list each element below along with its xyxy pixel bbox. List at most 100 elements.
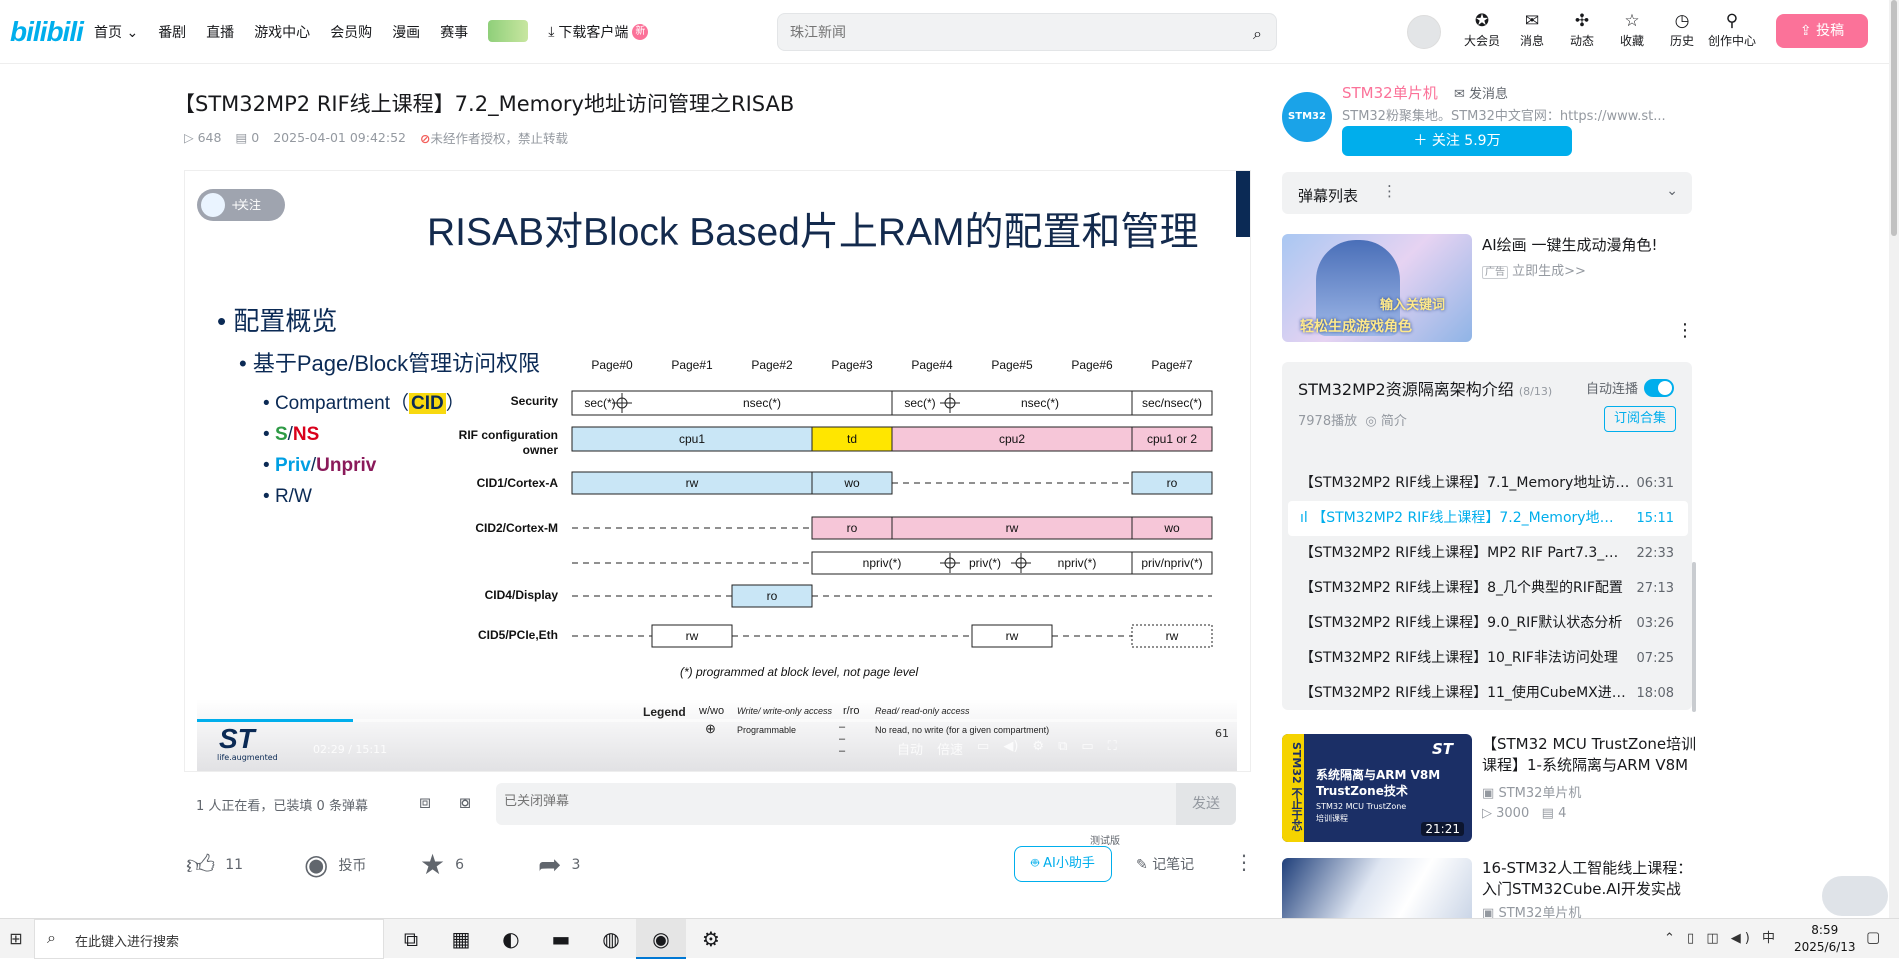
- nav-anime[interactable]: 番剧: [158, 22, 186, 42]
- playlist-intro[interactable]: 简介: [1381, 414, 1407, 429]
- playlist-item[interactable]: 【STM32MP2 RIF线上课程】MP2 RIF Part7.3_Memory…: [1288, 536, 1688, 571]
- autoplay-toggle[interactable]: 自动连播: [1586, 378, 1675, 397]
- ad-image[interactable]: 输入关键词 轻松生成游戏角色: [1282, 234, 1472, 342]
- history-icon: ◷: [1674, 11, 1690, 31]
- windows-start-icon[interactable]: ⊞: [0, 919, 32, 959]
- header-favorite[interactable]: ☆ 收藏: [1607, 10, 1657, 49]
- danmaku-input[interactable]: [504, 794, 1064, 809]
- page-scrollbar[interactable]: [1889, 0, 1899, 918]
- message-label: 消息: [1519, 34, 1544, 48]
- network-icon[interactable]: ◫: [1706, 931, 1722, 946]
- share-button[interactable]: ➦ 3: [538, 848, 580, 881]
- nav-game[interactable]: 游戏中心: [254, 22, 310, 42]
- nav-live[interactable]: 直播: [206, 22, 234, 42]
- floating-chat-icon[interactable]: [1822, 876, 1888, 916]
- header-creator[interactable]: ⚲ 创作中心: [1707, 10, 1757, 49]
- playlist-item[interactable]: 【STM32MP2 RIF线上课程】9.0_RIF默认状态分析 03:26: [1288, 606, 1688, 641]
- ad-overlay-line2: 轻松生成游戏角色: [1300, 319, 1412, 335]
- rec-thumbnail[interactable]: [1282, 858, 1472, 918]
- tray-chevron-icon[interactable]: ⌃: [1664, 931, 1679, 946]
- playlist-item[interactable]: 【STM32MP2 RIF线上课程】10_RIF非法访问处理 07:25: [1288, 641, 1688, 676]
- widescreen-icon[interactable]: ▭: [1081, 739, 1093, 758]
- chrome-icon[interactable]: ◉: [636, 919, 686, 959]
- playlist-item[interactable]: 【STM32MP2 RIF线上课程】11_使用CubeMX进行配置 18:08: [1288, 676, 1688, 711]
- danmaku-toggle-icon[interactable]: ⧈: [412, 791, 438, 817]
- follow-button[interactable]: ＋ 关注 5.9万: [1342, 126, 1572, 156]
- rec-up[interactable]: ▣ STM32单片机: [1482, 782, 1581, 801]
- taskbar-clock[interactable]: 8:59 2025/6/13: [1794, 922, 1856, 956]
- edge-icon[interactable]: ◍: [586, 919, 636, 959]
- upload-button[interactable]: ⇪ 投稿: [1776, 14, 1868, 48]
- top-header: bilibili 首页 ⌄ 番剧 直播 游戏中心 会员购 漫画 赛事 ⤓ 下载客…: [0, 0, 1899, 64]
- header-dynamic[interactable]: ✣ 动态: [1557, 10, 1607, 49]
- recommended-video[interactable]: STM32 不止于芯 ST 系统隔离与ARM V8M TrustZone技术 S…: [1282, 734, 1702, 842]
- playlist-item[interactable]: 【STM32MP2 RIF线上课程】8_几个典型的RIF配置 27:13: [1288, 571, 1688, 606]
- settings-icon[interactable]: ⚙: [686, 919, 736, 959]
- chevron-down-icon[interactable]: ⌄: [1666, 183, 1678, 199]
- autoplay-switch[interactable]: [1644, 378, 1675, 397]
- playlist-item-title: 【STM32MP2 RIF线上课程】MP2 RIF Part7.3_Memory: [1300, 545, 1630, 561]
- taskbar-search[interactable]: ⌕ 在此键入进行搜索: [34, 919, 384, 959]
- rec-thumbnail[interactable]: STM32 不止于芯 ST 系统隔离与ARM V8M TrustZone技术 S…: [1282, 734, 1472, 842]
- up-name[interactable]: STM32单片机: [1342, 82, 1438, 103]
- playlist-title[interactable]: STM32MP2资源隔离架构介绍 (8/13): [1298, 376, 1552, 400]
- danmaku-list-panel[interactable]: 弹幕列表 ⋮ ⌄: [1282, 172, 1692, 214]
- header-vip[interactable]: ✪ 大会员: [1457, 10, 1507, 49]
- fullscreen-icon[interactable]: ⛶: [1108, 739, 1117, 758]
- nav-manga[interactable]: 漫画: [392, 22, 420, 42]
- settings-icon[interactable]: ⚙: [1032, 739, 1044, 758]
- playlist-item[interactable]: 【STM32MP2 RIF线上课程】7.1_Memory地址访问管理之 06:31: [1288, 466, 1688, 501]
- rec-title[interactable]: 16-STM32人工智能线上课程：入门STM32Cube.AI开发实战: [1482, 858, 1702, 900]
- subtitle-icon[interactable]: ▭: [977, 739, 989, 758]
- danmaku-list-menu-icon[interactable]: ⋮: [1382, 182, 1397, 200]
- usb-icon[interactable]: ▯: [1687, 931, 1698, 946]
- ad-more-icon[interactable]: ⋮: [1676, 320, 1694, 341]
- pip-icon[interactable]: ⧉: [1058, 739, 1067, 758]
- ai-assistant-button[interactable]: 🤖︎ AI小助手: [1014, 846, 1112, 882]
- nav-match[interactable]: 赛事: [440, 22, 468, 42]
- search-input[interactable]: [790, 22, 1210, 44]
- nav-home[interactable]: 首页 ⌄: [94, 22, 138, 42]
- playlist-scrollbar[interactable]: [1692, 562, 1696, 712]
- notification-icon[interactable]: ▢: [1866, 928, 1880, 946]
- ime-indicator[interactable]: 中: [1762, 931, 1779, 946]
- send-message-button[interactable]: ✉ 发消息: [1454, 83, 1508, 102]
- note-button[interactable]: ✎ 记笔记: [1136, 854, 1194, 874]
- like-button[interactable]: 👍︎ 11: [186, 848, 243, 882]
- favorite-button[interactable]: ★ 6: [420, 848, 464, 881]
- coin-button[interactable]: ◉ 投币: [304, 848, 366, 881]
- paint-icon[interactable]: ◐: [486, 919, 536, 959]
- user-avatar[interactable]: [1407, 15, 1441, 49]
- nav-mall[interactable]: 会员购: [330, 22, 372, 42]
- search-icon[interactable]: ⌕: [1253, 24, 1262, 44]
- file-explorer-icon[interactable]: ▬: [536, 919, 586, 959]
- quality-button[interactable]: 自动: [897, 739, 923, 758]
- volume-icon[interactable]: ◀): [1003, 739, 1018, 758]
- danmaku-settings-icon[interactable]: ⧇: [452, 791, 478, 817]
- rec-stats: ▷ 3000 ▤ 4: [1482, 806, 1566, 821]
- header-message[interactable]: ✉ 消息: [1507, 10, 1557, 49]
- header-history[interactable]: ◷ 历史: [1657, 10, 1707, 49]
- playlist-item-active[interactable]: ıl 【STM32MP2 RIF线上课程】7.2_Memory地址访问管理之RI…: [1288, 501, 1688, 536]
- ad-cta[interactable]: 立即生成>>: [1512, 264, 1586, 279]
- rec-title[interactable]: 【STM32 MCU TrustZone培训课程】1-系统隔离与ARM V8M: [1482, 734, 1702, 776]
- video-player[interactable]: + 关注 RISAB对Block Based片上RAM的配置和管理 • 配置概览…: [184, 170, 1251, 772]
- favorite-label: 收藏: [1619, 34, 1644, 48]
- progress-bar[interactable]: [197, 719, 1237, 722]
- event-banner-icon[interactable]: [488, 20, 529, 42]
- rec-up[interactable]: ▣ STM32单片机: [1482, 902, 1581, 918]
- calculator-icon[interactable]: ▦: [436, 919, 486, 959]
- volume-icon[interactable]: ◀): [1731, 931, 1754, 946]
- recommended-video[interactable]: 16-STM32人工智能线上课程：入门STM32Cube.AI开发实战 ▣ ST…: [1282, 858, 1702, 918]
- task-view-icon[interactable]: ⧉: [386, 919, 436, 959]
- more-vertical-icon[interactable]: ⋮: [1234, 850, 1254, 874]
- ad-title[interactable]: AI绘画 一键生成动漫角色!: [1482, 234, 1657, 255]
- coin-label: 投币: [338, 857, 367, 874]
- page-scrollbar-thumb[interactable]: [1891, 0, 1897, 236]
- download-client-link[interactable]: ⤓ 下载客户端 新: [548, 22, 649, 42]
- danmaku-send-button[interactable]: 发送: [1176, 783, 1236, 825]
- speed-button[interactable]: 倍速: [937, 739, 963, 758]
- up-avatar[interactable]: STM32: [1282, 92, 1332, 142]
- subscribe-collection-button[interactable]: 订阅合集: [1604, 406, 1676, 432]
- bilibili-logo[interactable]: bilibili: [10, 16, 84, 48]
